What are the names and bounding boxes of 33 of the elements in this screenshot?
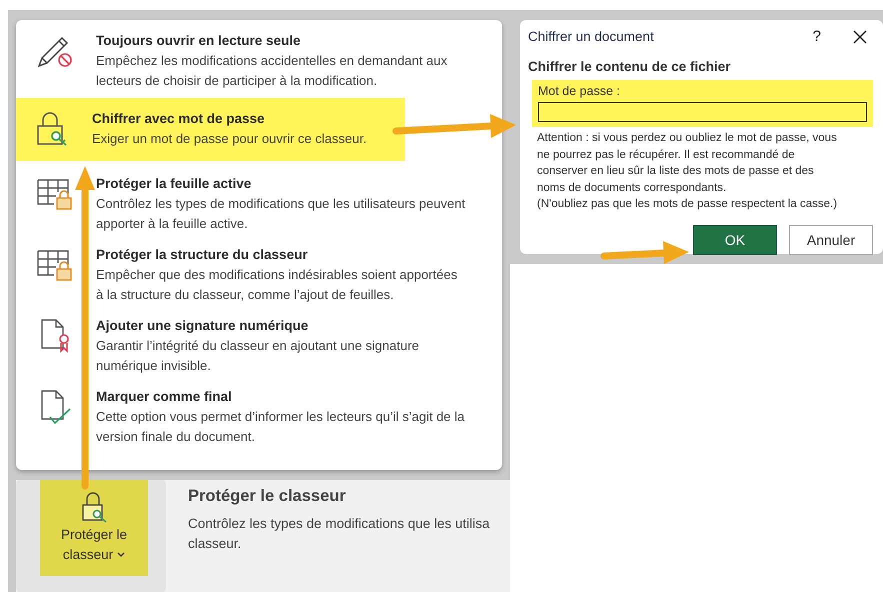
protect-workbook-button[interactable]: Protéger le classeur <box>40 480 148 576</box>
cancel-button[interactable]: Annuler <box>789 224 873 254</box>
menu-item-description: Empêcher que des modifications indésirables soient apportées à la structure du classeur, comme l’ajout de feuilles. <box>96 266 458 304</box>
warning-text: Attention : si vous perdez ou oubliez le mot de passe, vous ne pourrez pas le récupérer. Il est recommandé de conserver en lieu sûr la liste des mots de passe et des noms de documents correspondants. <box>536 131 838 196</box>
dialog-title: Chiffrer un document <box>528 29 655 44</box>
menu-item-description: Contrôlez les types de modifications que les utilisateurs peuvent apporter à la feuille active. <box>96 195 466 233</box>
menu-item-title: Protéger la feuille active <box>96 175 252 193</box>
note-text: (N'oubliez pas que les mots de passe respectent la casse.) <box>536 197 838 212</box>
menu-item-title: Chiffrer avec mot de passe <box>92 110 266 128</box>
menu-item-description: Cette option vous permet d’informer les lecteurs qu’il s’agit de la version finale du document. <box>96 408 466 446</box>
help-button[interactable]: ? <box>812 28 821 45</box>
menu-item-description: Garantir l’intégrité du classeur en ajoutant une signature numérique invisible. <box>96 337 420 375</box>
menu-item[interactable]: Toujours ouvrir en lecture seule Empêchez les modifications accidentelles en demandant aux lecteurs de choisir de participer à la modification. <box>16 26 502 96</box>
field-label: Mot de passe : <box>538 84 621 98</box>
section-description: Contrôlez les types de modifications que les utilisa <box>188 515 490 533</box>
menu-item-description: Exiger un mot de passe pour ouvrir ce classeur. <box>92 130 368 148</box>
menu-item-title: Ajouter une signature numérique <box>96 317 310 335</box>
menu-item-title: Toujours ouvrir en lecture seule <box>96 32 302 50</box>
section-description: classeur. <box>188 535 242 553</box>
menu-item[interactable]: Chiffrer avec mot de passe Exiger un mot de passe pour ouvrir ce classeur. <box>16 98 405 161</box>
menu-item-title: Protéger la structure du classeur <box>96 246 309 264</box>
caret-icon <box>117 552 126 558</box>
dialog-heading: Chiffrer le contenu de ce fichier <box>528 59 732 74</box>
menu-item[interactable]: Marquer comme final Cette option vous permet d’informer les lecteurs qu’il s’agit de la version finale du document. <box>16 382 502 452</box>
menu-item[interactable]: Ajouter une signature numérique Garantir l’intégrité du classeur en ajoutant une signature numérique invisible. <box>16 311 502 381</box>
password-field[interactable] <box>538 102 867 122</box>
menu-item-title: Marquer comme final <box>96 388 233 406</box>
section-title: Protéger le classeur <box>188 486 347 507</box>
menu-item-description: Empêchez les modifications accidentelles en demandant aux lecteurs de choisir de participer à la modification. <box>96 52 448 90</box>
ok-button[interactable]: OK <box>693 224 777 254</box>
close-icon[interactable] <box>853 30 867 44</box>
menu-item[interactable]: Protéger la structure du classeur Empêcher que des modifications indésirables soient apportées à la structure du classeur, comme l’ajout de feuilles. <box>16 240 502 310</box>
menu-item[interactable]: Protéger la feuille active Contrôlez les types de modifications que les utilisateurs peuvent apporter à la feuille active. <box>16 169 502 239</box>
